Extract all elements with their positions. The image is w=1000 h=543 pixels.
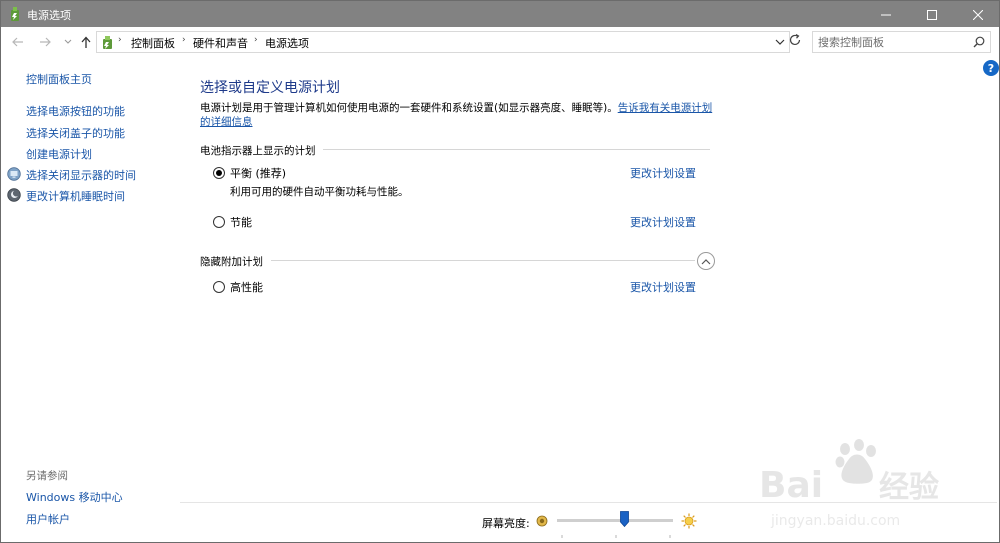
- sidebar-item-power-button[interactable]: 选择电源按钮的功能: [26, 103, 125, 119]
- plan-name-power-saver[interactable]: 节能: [230, 214, 252, 230]
- plan-radio-balanced[interactable]: [213, 167, 225, 179]
- up-arrow-icon: [81, 36, 91, 48]
- control-panel-icon: [103, 36, 112, 49]
- address-dropdown-button[interactable]: [775, 36, 785, 49]
- moon-icon: [7, 188, 21, 202]
- forward-arrow-icon: [40, 37, 51, 47]
- plan-desc-balanced: 利用可用的硬件自动平衡功耗与性能。: [230, 186, 409, 198]
- power-options-icon: [11, 7, 19, 21]
- refresh-icon: [789, 33, 801, 46]
- navigation-bar: › 控制面板 › 硬件和声音 › 电源选项: [0, 27, 1000, 57]
- minimize-icon: [881, 14, 891, 15]
- search-box[interactable]: [812, 31, 991, 53]
- forward-button[interactable]: [36, 33, 54, 51]
- monitor-icon: [7, 167, 21, 181]
- up-button[interactable]: [77, 33, 95, 51]
- window-title: 电源选项: [27, 9, 71, 22]
- baidu-jingyan-watermark: Bai 经验 jingyan.baidu.com: [759, 439, 939, 529]
- brightness-label: 屏幕亮度:: [482, 517, 530, 530]
- help-icon[interactable]: ?: [983, 60, 999, 76]
- back-button[interactable]: [9, 33, 27, 51]
- sidebar-item-user-accounts[interactable]: 用户帐户: [26, 511, 70, 527]
- change-plan-settings-link[interactable]: 更改计划设置: [630, 214, 696, 230]
- section-hidden-plans: 隐藏附加计划: [200, 256, 263, 268]
- sidebar-item-mobility-center[interactable]: Windows 移动中心: [26, 489, 123, 505]
- section-battery-plans: 电池指示器上显示的计划: [200, 145, 316, 157]
- close-icon: [973, 9, 983, 20]
- search-input[interactable]: [818, 34, 968, 50]
- plan-name-balanced[interactable]: 平衡 (推荐): [230, 165, 286, 181]
- content-area: ? 控制面板主页 选择电源按钮的功能 选择关闭盖子的功能 创建电源计划 选择关闭…: [0, 57, 1000, 543]
- sidebar-item-display-off[interactable]: 选择关闭显示器的时间: [26, 167, 136, 183]
- address-bar[interactable]: › 控制面板 › 硬件和声音 › 电源选项: [96, 31, 790, 53]
- see-also-heading: 另请参阅: [26, 470, 68, 482]
- close-button[interactable]: [955, 1, 1000, 28]
- breadcrumb-separator: ›: [182, 35, 186, 45]
- plan-radio-high-performance[interactable]: [213, 281, 225, 293]
- chevron-down-icon: [64, 39, 72, 44]
- brightness-slider-ticks: [561, 535, 671, 538]
- search-icon: [973, 36, 985, 48]
- change-plan-settings-link[interactable]: 更改计划设置: [630, 279, 696, 295]
- description-text: 电源计划是用于管理计算机如何使用电源的一套硬件和系统设置(如显示器亮度、睡眠等)…: [200, 102, 618, 114]
- maximize-button[interactable]: [909, 1, 955, 28]
- chevron-down-icon: [775, 39, 785, 45]
- svg-text:经验: 经验: [879, 470, 939, 505]
- brightness-slider-track[interactable]: [557, 519, 673, 522]
- title-bar: 电源选项: [0, 0, 1000, 27]
- svg-text:jingyan.baidu.com: jingyan.baidu.com: [770, 513, 900, 529]
- chevron-up-icon: [701, 258, 711, 264]
- breadcrumb-power-options[interactable]: 电源选项: [265, 35, 309, 51]
- sidebar-item-sleep-time[interactable]: 更改计算机睡眠时间: [26, 188, 125, 204]
- section-divider: [323, 149, 710, 150]
- sidebar-item-control-panel-home[interactable]: 控制面板主页: [26, 71, 92, 87]
- svg-text:Bai: Bai: [759, 465, 823, 506]
- section-divider: [271, 260, 695, 261]
- page-title: 选择或自定义电源计划: [200, 80, 340, 96]
- breadcrumb-hardware-sound[interactable]: 硬件和声音: [193, 35, 248, 51]
- breadcrumb-separator: ›: [254, 35, 258, 45]
- sidebar-item-create-plan[interactable]: 创建电源计划: [26, 146, 92, 162]
- dim-brightness-icon: [536, 515, 548, 527]
- maximize-icon: [927, 9, 937, 20]
- breadcrumb-control-panel[interactable]: 控制面板: [131, 35, 175, 51]
- breadcrumb-separator: ›: [118, 35, 122, 45]
- back-arrow-icon: [12, 37, 23, 47]
- plan-name-high-performance[interactable]: 高性能: [230, 279, 263, 295]
- page-description: 电源计划是用于管理计算机如何使用电源的一套硬件和系统设置(如显示器亮度、睡眠等)…: [200, 101, 720, 129]
- plan-radio-power-saver[interactable]: [213, 216, 225, 228]
- sidebar-item-lid-close[interactable]: 选择关闭盖子的功能: [26, 125, 125, 141]
- refresh-button[interactable]: [788, 33, 804, 49]
- bright-brightness-icon: [681, 513, 697, 529]
- recent-locations-button[interactable]: [59, 33, 77, 51]
- minimize-button[interactable]: [863, 1, 909, 28]
- brightness-slider-thumb[interactable]: [619, 511, 629, 527]
- change-plan-settings-link[interactable]: 更改计划设置: [630, 165, 696, 181]
- collapse-button[interactable]: [697, 252, 715, 270]
